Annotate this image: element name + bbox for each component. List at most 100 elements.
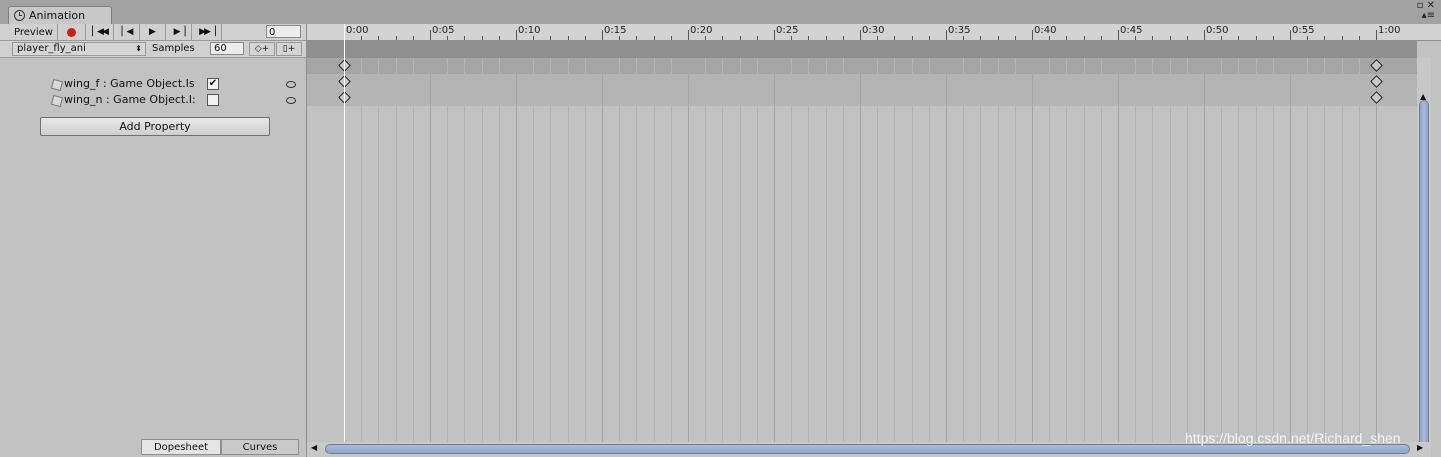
property-row-wing-n[interactable]: wing_n : Game Object.I: [0,92,306,108]
samples-input[interactable]: 60 [210,42,244,55]
ruler-minor-tick [1238,36,1239,40]
menu-icon[interactable]: ▴≡ [1417,11,1435,21]
add-event-button[interactable]: ▯+ [276,42,302,56]
ruler-major-tick [430,30,431,40]
frame-grid-line [1152,58,1153,448]
frame-grid-line [654,58,655,448]
samples-label: Samples [152,43,195,54]
next-key-button[interactable]: ▶▕ [166,24,192,40]
scroll-right-icon[interactable]: ▶ [1417,443,1423,452]
last-key-button[interactable]: ▶▶▕ [192,24,222,40]
ruler-minor-tick [1170,36,1171,40]
vertical-scrollbar[interactable]: ▲ [1417,58,1431,455]
ruler-major-tick [1032,30,1033,40]
ruler-minor-tick [1152,36,1153,40]
time-label: 0:55 [1292,25,1315,36]
record-button[interactable] [58,24,86,40]
skip-first-icon: ▏◀◀ [92,27,109,37]
active-checkbox[interactable]: ✔ [207,78,219,90]
frame-grid-line [1273,58,1274,448]
play-button[interactable]: ▶ [140,24,166,40]
active-checkbox[interactable] [207,94,219,106]
frame-grid-line [396,58,397,448]
time-label: 0:05 [432,25,455,36]
scroll-left-icon[interactable]: ◀ [311,443,317,452]
ruler-minor-tick [361,36,362,40]
vertical-scroll-thumb[interactable] [1419,100,1429,455]
ruler-major-tick [1290,30,1291,40]
frame-grid-line [1307,58,1308,448]
ruler-minor-tick [568,36,569,40]
property-row-wing-f[interactable]: wing_f : Game Object.Is ✔ [0,76,306,92]
playhead[interactable] [344,24,345,457]
ruler-minor-tick [808,36,809,40]
frame-grid-line [791,58,792,448]
playback-toolbar: Preview ▏◀◀ ▏◀ ▶ ▶▕ ▶▶▕ 0 [0,24,306,41]
time-ruler[interactable]: 0:00 0:05 0:10 0:15 0:20 0:25 0:30 0:35 0:40 0:45… [307,24,1441,41]
curve-visibility-icon[interactable] [286,81,296,88]
frame-grid-line [499,58,500,448]
add-keyframe-button[interactable]: ◇+ [249,42,275,56]
time-label: 0:50 [1206,25,1229,36]
ruler-minor-tick [722,36,723,40]
dopesheet-timeline[interactable]: 0:00 0:05 0:10 0:15 0:20 0:25 0:30 0:35 0:40 0:45… [307,24,1441,457]
frame-grid-line [688,58,689,448]
frame-grid-line [912,58,913,448]
time-label: 0:30 [862,25,885,36]
ruler-minor-tick [791,36,792,40]
preview-button[interactable]: Preview [10,24,58,40]
frame-grid-line [1032,58,1033,448]
ruler-minor-tick [1187,36,1188,40]
animation-tab-label: Animation [29,9,86,22]
ruler-minor-tick [1101,36,1102,40]
frame-grid-line [722,58,723,448]
gameobject-icon [50,78,64,92]
play-icon: ▶ [149,27,156,37]
frame-grid-line [1135,58,1136,448]
property-panel: Preview ▏◀◀ ▏◀ ▶ ▶▕ ▶▶▕ 0 player_fly_ani… [0,24,307,457]
ruler-minor-tick [636,36,637,40]
property-tracks [307,74,1417,106]
frame-grid-line [550,58,551,448]
view-mode-tabs: Dopesheet Curves [0,439,306,457]
ruler-minor-tick [1084,36,1085,40]
tab-curves[interactable]: Curves [221,439,299,455]
ruler-major-tick [602,30,603,40]
first-key-button[interactable]: ▏◀◀ [86,24,114,40]
time-label: 0:00 [346,25,369,36]
frame-grid-line [843,58,844,448]
tab-dopesheet[interactable]: Dopesheet [141,439,221,455]
ruler-minor-tick [499,36,500,40]
ruler-major-tick [1204,30,1205,40]
ruler-minor-tick [843,36,844,40]
curve-visibility-icon[interactable] [286,97,296,104]
time-label: 0:15 [604,25,627,36]
ruler-minor-tick [1015,36,1016,40]
animation-tab[interactable]: Animation [8,6,112,24]
frame-grid-line [808,58,809,448]
frame-input[interactable]: 0 [266,25,301,38]
frame-grid-line [1066,58,1067,448]
frame-grid-line [998,58,999,448]
property-name: wing_f : Game Object.Is [64,77,195,90]
ruler-minor-tick [1324,36,1325,40]
frame-grid-line [430,58,431,448]
frame-grid-line [361,58,362,448]
ruler-minor-tick [585,36,586,40]
prev-key-button[interactable]: ▏◀ [114,24,140,40]
ruler-minor-tick [1049,36,1050,40]
ruler-minor-tick [447,36,448,40]
frame-grid-line [1015,58,1016,448]
add-property-button[interactable]: Add Property [40,117,270,136]
frame-grid-line [929,58,930,448]
watermark-text: https://blog.csdn.net/Richard_shen [1185,430,1401,446]
frame-grid-line [1170,58,1171,448]
window-controls: ▫ ✕ ▴≡ [1417,1,1435,21]
ruler-major-tick [1118,30,1119,40]
frame-grid-line [1118,58,1119,448]
dropdown-arrow-icon: ⬍ [135,44,142,53]
ruler-minor-tick [464,36,465,40]
clip-dropdown[interactable]: player_fly_ani ⬍ [12,42,146,56]
property-name: wing_n : Game Object.I: [64,93,196,106]
frame-grid-line [1238,58,1239,448]
